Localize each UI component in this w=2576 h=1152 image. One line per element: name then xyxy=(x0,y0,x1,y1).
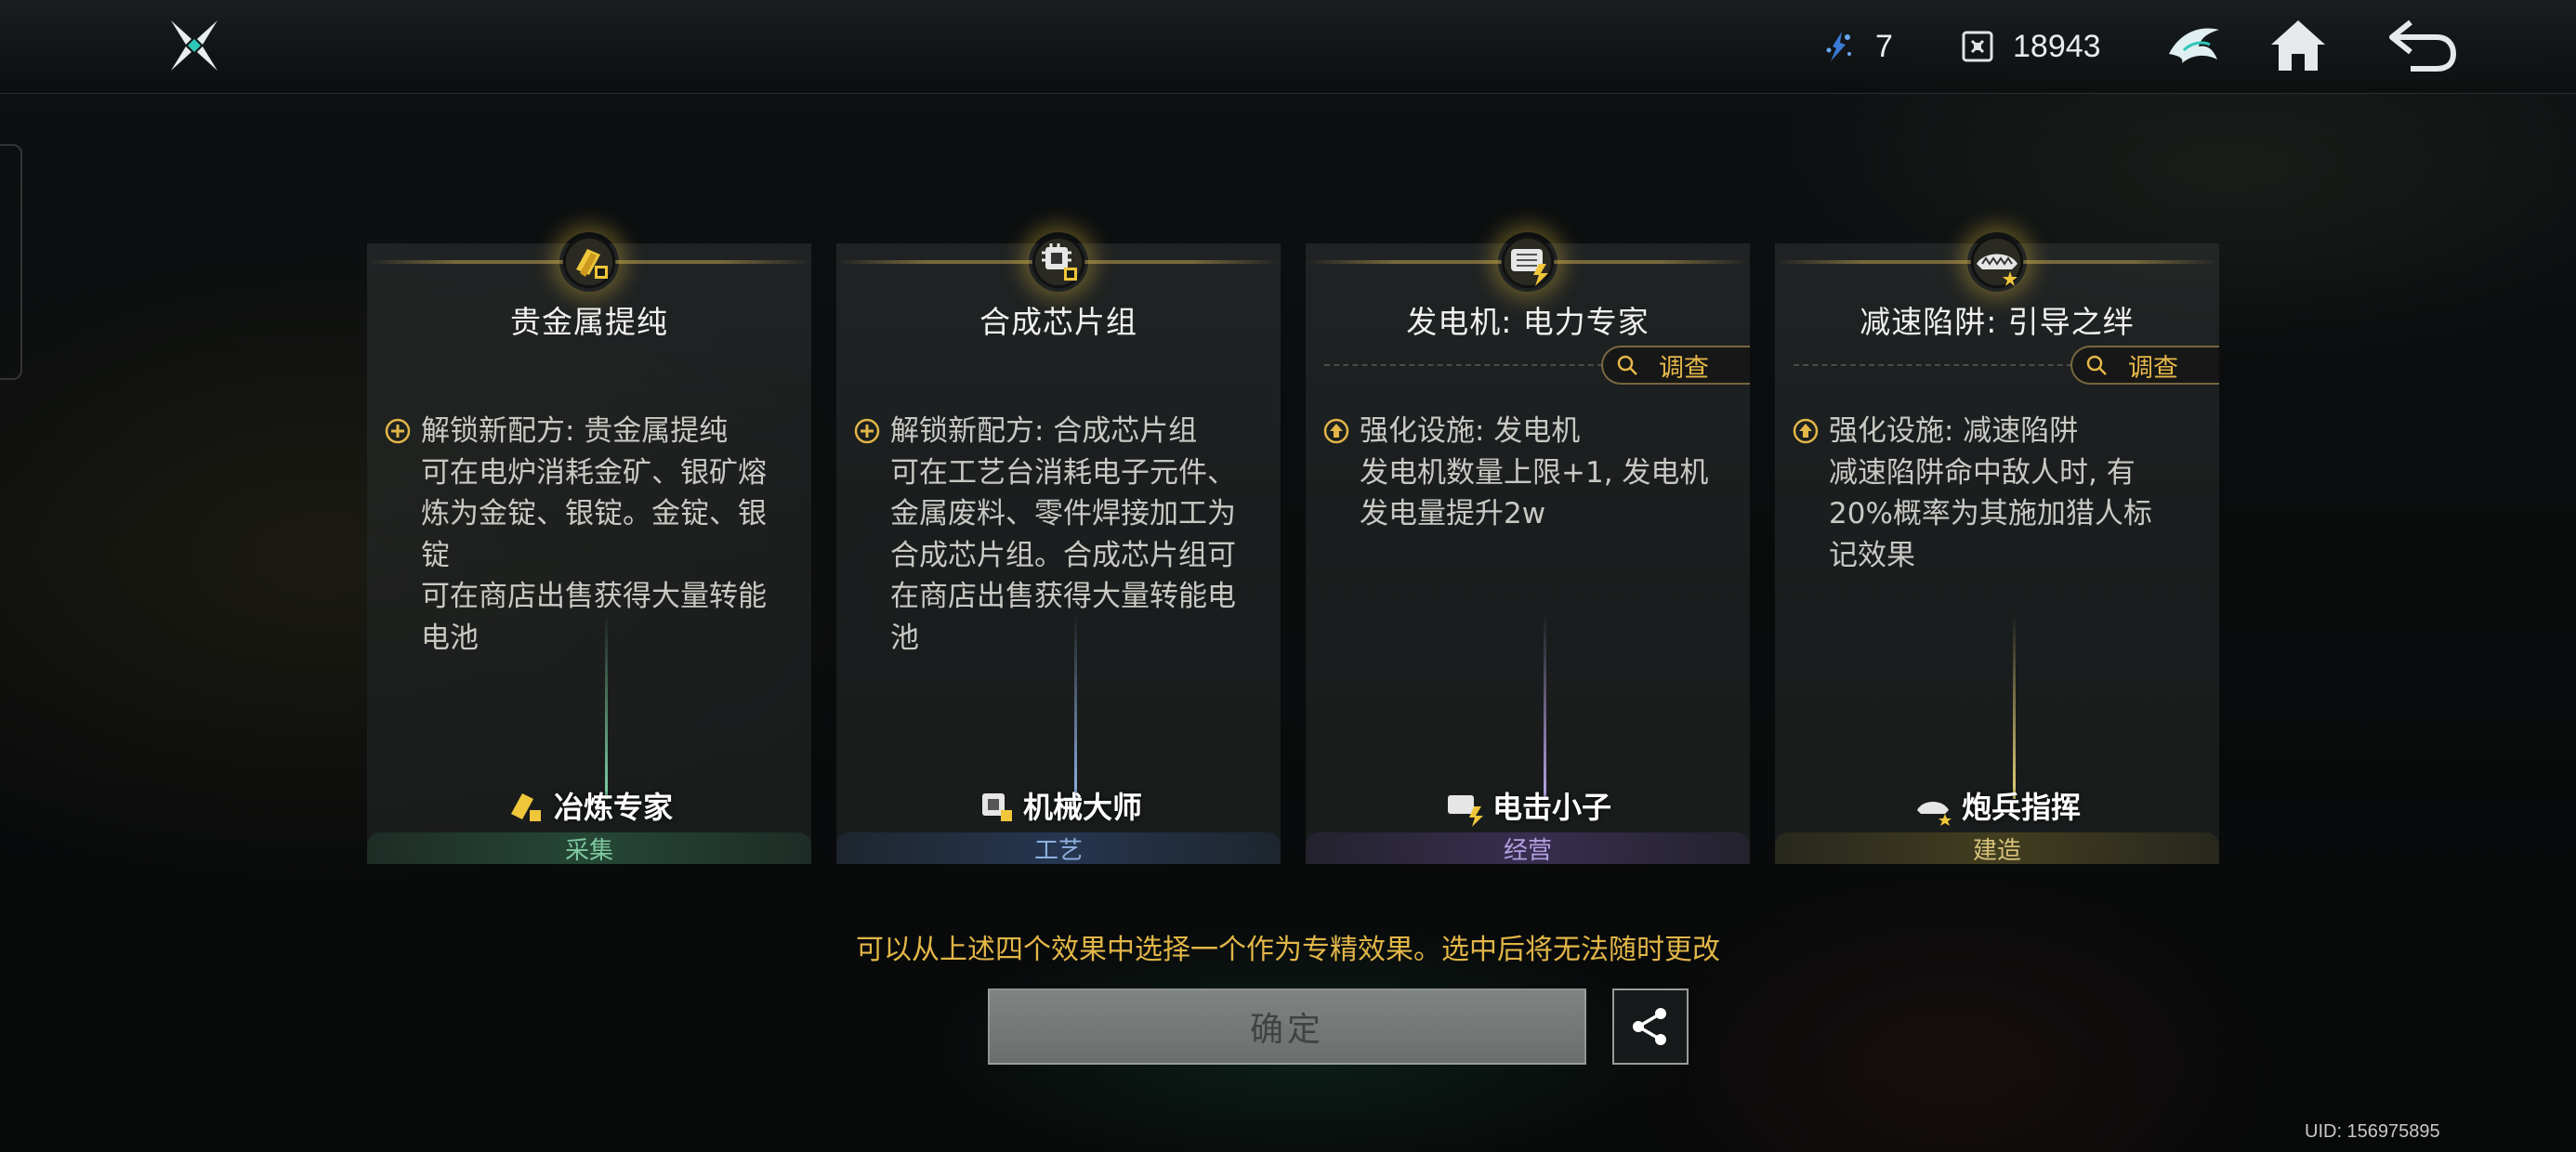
card-title: 合成芯片组 xyxy=(979,304,1137,340)
electrician-role-icon xyxy=(1447,795,1483,827)
card-title: 减速陷阱: 引导之绊 xyxy=(1860,304,2135,340)
card-title: 发电机: 电力专家 xyxy=(1406,304,1649,340)
effect-line: 记效果 xyxy=(1829,538,1915,572)
user-id: UID: 156975895 xyxy=(2305,1121,2440,1142)
top-bar: 7 18943 xyxy=(0,0,2576,94)
category-bar: 工艺 xyxy=(836,832,1281,865)
game-logo-icon xyxy=(171,20,217,71)
effect-description: 发电机数量上限+1, 发电机 发电量提升2w xyxy=(1322,452,1731,535)
effect-line: 可在商店出售获得大量转能 xyxy=(421,580,767,613)
energy-shard-icon xyxy=(1826,32,1851,61)
search-icon xyxy=(1617,355,1637,375)
artillery-role-icon xyxy=(1916,802,1952,826)
investigate-label: 调查 xyxy=(1659,353,1709,383)
effect-line: 金属废料、零件焊接加工为 xyxy=(890,497,1236,530)
role-name: 炮兵指挥 xyxy=(1961,790,2081,825)
search-icon xyxy=(2086,355,2107,375)
plus-circle-icon xyxy=(854,419,880,444)
effect-heading: 强化设施: 发电机 xyxy=(1360,414,1581,448)
role-label: 机械大师 xyxy=(836,784,1281,827)
chip-currency-icon xyxy=(1962,31,1993,62)
home-icon[interactable] xyxy=(2267,15,2329,76)
effect-heading: 解锁新配方: 贵金属提纯 xyxy=(421,414,729,448)
effect-line: 可在电炉消耗金矿、银矿熔 xyxy=(421,455,767,490)
investigate-label: 调查 xyxy=(2128,353,2178,383)
light-beam xyxy=(2013,613,2016,799)
title-divider xyxy=(1794,364,2072,366)
confirm-button[interactable]: 确定 xyxy=(988,988,1586,1065)
effect-line: 在商店出售获得大量转能电 xyxy=(890,580,1236,613)
role-label: 炮兵指挥 xyxy=(1775,784,2219,827)
role-name: 电击小子 xyxy=(1492,790,1611,825)
specialty-card-precious-metal[interactable]: 贵金属提纯 解锁新配方: 贵金属提纯 可在电炉消耗金矿、银矿熔 炼为金锭、银锭。… xyxy=(367,232,811,865)
effect-line: 发电量提升2w xyxy=(1360,497,1546,530)
category-bar: 经营 xyxy=(1306,832,1750,865)
trap-star-icon xyxy=(1977,254,2017,286)
role-name: 机械大师 xyxy=(1022,790,1142,825)
title-divider xyxy=(1324,364,1603,366)
mechanic-role-icon xyxy=(981,793,1012,821)
chip-currency-counter[interactable]: 18943 xyxy=(1961,24,2101,69)
card-effect: 解锁新配方: 贵金属提纯 可在电炉消耗金矿、银矿熔 炼为金锭、银锭。金锭、银锭 … xyxy=(384,411,793,659)
investigate-button[interactable]: 调查 xyxy=(1601,346,1750,385)
smelter-role-icon xyxy=(510,793,541,821)
card-medal xyxy=(1967,232,2027,292)
effect-line: 可在工艺台消耗电子元件、 xyxy=(890,455,1236,490)
effect-line: 合成芯片组。合成芯片组可 xyxy=(890,538,1236,572)
share-button[interactable] xyxy=(1612,988,1689,1065)
card-effect: 解锁新配方: 合成芯片组 可在工艺台消耗电子元件、 金属废料、零件焊接加工为 合… xyxy=(853,411,1262,659)
faction-emblem-icon[interactable] xyxy=(2165,17,2223,74)
specialty-card-chipset[interactable]: 合成芯片组 解锁新配方: 合成芯片组 可在工艺台消耗电子元件、 金属废料、零件焊… xyxy=(836,232,1281,865)
card-medal xyxy=(559,232,619,292)
effect-description: 减速陷阱命中敌人时, 有 20%概率为其施加猎人标 记效果 xyxy=(1792,452,2201,577)
effect-line: 发电机数量上限+1, 发电机 xyxy=(1360,455,1709,490)
energy-shard-counter[interactable]: 7 xyxy=(1823,24,1893,69)
share-icon xyxy=(1633,1008,1666,1045)
selection-hint: 可以从上述四个效果中选择一个作为专精效果。选中后将无法随时更改 xyxy=(856,934,1720,966)
category-bar: 采集 xyxy=(367,832,811,865)
chip-gear-icon xyxy=(1042,243,1077,281)
light-beam xyxy=(1074,613,1077,799)
specialty-card-generator[interactable]: 发电机: 电力专家 调查 强化设施: 发电机 发电机数量上限+1, 发电机 发电… xyxy=(1306,232,1750,865)
role-name: 冶炼专家 xyxy=(553,790,673,825)
chip-currency-count: 18943 xyxy=(2013,28,2101,64)
effect-description: 可在工艺台消耗电子元件、 金属废料、零件焊接加工为 合成芯片组。合成芯片组可 在… xyxy=(853,452,1262,660)
light-beam xyxy=(605,613,608,799)
side-drawer-tab[interactable] xyxy=(0,144,22,380)
effect-description: 可在电炉消耗金矿、银矿熔 炼为金锭、银锭。金锭、银锭 可在商店出售获得大量转能 … xyxy=(384,452,793,660)
gold-bar-gear-icon xyxy=(576,249,608,279)
role-label: 冶炼专家 xyxy=(367,784,811,827)
role-label: 电击小子 xyxy=(1306,784,1750,827)
card-medal xyxy=(1498,232,1557,292)
effect-heading: 解锁新配方: 合成芯片组 xyxy=(890,414,1198,448)
specialty-card-slow-trap[interactable]: 减速陷阱: 引导之绊 调查 强化设施: 减速陷阱 减速陷阱命中敌人时, 有 20… xyxy=(1775,232,2219,865)
back-icon[interactable] xyxy=(2383,15,2459,76)
plus-circle-icon xyxy=(385,419,411,444)
effect-line: 炼为金锭、银锭。金锭、银锭 xyxy=(421,497,767,572)
card-effect: 强化设施: 减速陷阱 减速陷阱命中敌人时, 有 20%概率为其施加猎人标 记效果 xyxy=(1792,411,2201,576)
energy-shard-count: 7 xyxy=(1875,28,1893,64)
investigate-button[interactable]: 调查 xyxy=(2070,346,2219,385)
game-screen: 7 18943 贵金属提纯 解锁新配方: 贵金属提纯 可在电炉消耗金矿、银矿熔 … xyxy=(0,0,2576,1152)
light-beam xyxy=(1544,613,1546,799)
upgrade-circle-icon xyxy=(1323,419,1349,444)
card-medal xyxy=(1029,232,1088,292)
card-effect: 强化设施: 发电机 发电机数量上限+1, 发电机 发电量提升2w xyxy=(1322,411,1731,535)
effect-heading: 强化设施: 减速陷阱 xyxy=(1829,414,2079,448)
upgrade-circle-icon xyxy=(1793,419,1819,444)
effect-line: 减速陷阱命中敌人时, 有 xyxy=(1829,455,2136,490)
generator-bolt-icon xyxy=(1511,249,1548,286)
card-title: 贵金属提纯 xyxy=(510,304,668,340)
category-bar: 建造 xyxy=(1775,832,2219,865)
effect-line: 20%概率为其施加猎人标 xyxy=(1829,497,2152,530)
